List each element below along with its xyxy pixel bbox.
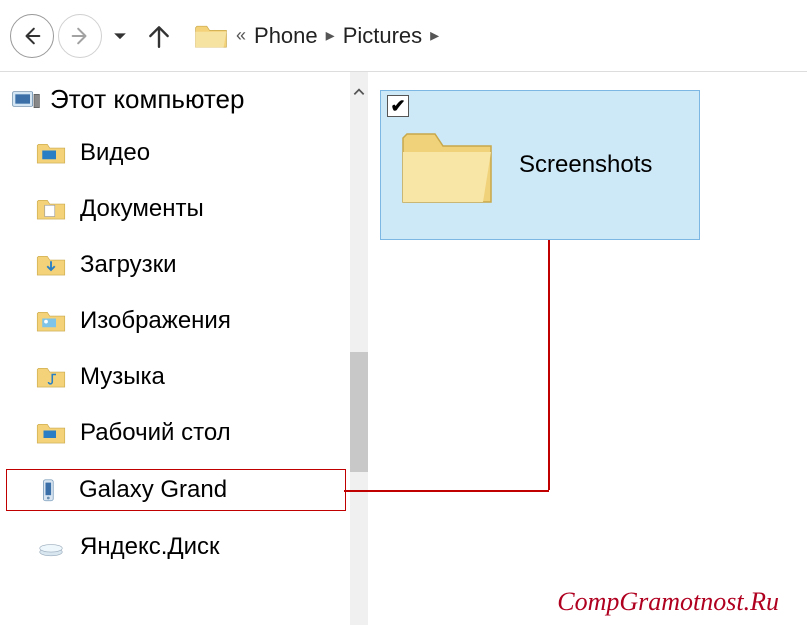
arrow-up-icon <box>146 23 172 49</box>
chevron-down-icon <box>112 28 128 44</box>
sidebar-item-documents[interactable]: Документы <box>6 189 346 229</box>
sidebar-item-downloads[interactable]: Загрузки <box>6 245 346 285</box>
folder-icon <box>397 120 497 210</box>
arrow-left-icon <box>21 25 43 47</box>
history-dropdown[interactable] <box>112 28 128 44</box>
sidebar-item-pictures[interactable]: Изображения <box>6 301 346 341</box>
pictures-folder-icon <box>36 308 66 334</box>
sidebar-item-desktop[interactable]: Рабочий стол <box>6 413 346 453</box>
selection-checkbox[interactable]: ✔ <box>387 95 409 117</box>
file-list-pane[interactable]: ✔ Screenshots <box>368 72 807 625</box>
sidebar-scrollbar[interactable] <box>350 72 368 625</box>
back-button[interactable] <box>10 14 54 58</box>
breadcrumb-chevron-icon: ▸ <box>326 25 335 46</box>
sidebar-item-yandex-disk[interactable]: Яндекс.Диск <box>6 527 346 567</box>
sidebar-item-label: Яндекс.Диск <box>80 533 220 561</box>
forward-button[interactable] <box>58 14 102 58</box>
sidebar-item-galaxy-grand[interactable]: Galaxy Grand <box>6 469 346 511</box>
up-button[interactable] <box>146 23 172 49</box>
annotation-line <box>548 240 550 490</box>
phone-device-icon <box>35 477 65 503</box>
breadcrumb-item[interactable]: Phone <box>254 23 318 49</box>
downloads-folder-icon <box>36 252 66 278</box>
folder-tile-label: Screenshots <box>519 151 652 179</box>
music-folder-icon <box>36 364 66 390</box>
sidebar-item-label: Видео <box>80 139 150 167</box>
sidebar-item-label: Музыка <box>80 363 165 391</box>
tree-root-label: Этот компьютер <box>50 84 244 115</box>
folder-tile-screenshots[interactable]: ✔ Screenshots <box>380 90 700 240</box>
breadcrumb-bar[interactable]: « Phone ▸ Pictures ▸ <box>194 22 439 50</box>
sidebar-item-videos[interactable]: Видео <box>6 133 346 173</box>
videos-folder-icon <box>36 140 66 166</box>
sidebar-item-music[interactable]: Музыка <box>6 357 346 397</box>
annotation-line <box>344 490 549 492</box>
folder-icon <box>194 22 228 50</box>
documents-folder-icon <box>36 196 66 222</box>
breadcrumb-item[interactable]: Pictures <box>343 23 422 49</box>
arrow-right-icon <box>69 25 91 47</box>
watermark-text: CompGramotnost.Ru <box>557 587 779 617</box>
navigation-toolbar: « Phone ▸ Pictures ▸ <box>0 0 807 72</box>
breadcrumb-chevron-icon: ▸ <box>430 25 439 46</box>
scrollbar-up-button[interactable] <box>350 72 368 112</box>
tree-root-this-pc[interactable]: Этот компьютер <box>6 84 346 115</box>
computer-icon <box>10 87 40 113</box>
sidebar-item-label: Galaxy Grand <box>79 476 227 504</box>
sidebar-item-label: Загрузки <box>80 251 177 279</box>
sidebar-item-label: Документы <box>80 195 204 223</box>
sidebar-item-label: Изображения <box>80 307 231 335</box>
scrollbar-thumb[interactable] <box>350 352 368 472</box>
desktop-folder-icon <box>36 420 66 446</box>
yandex-disk-icon <box>36 534 66 560</box>
chevron-up-icon <box>352 85 366 99</box>
breadcrumb-overflow-icon: « <box>236 25 246 46</box>
sidebar-item-label: Рабочий стол <box>80 419 231 447</box>
navigation-sidebar: Этот компьютер Видео Документы <box>0 72 350 625</box>
